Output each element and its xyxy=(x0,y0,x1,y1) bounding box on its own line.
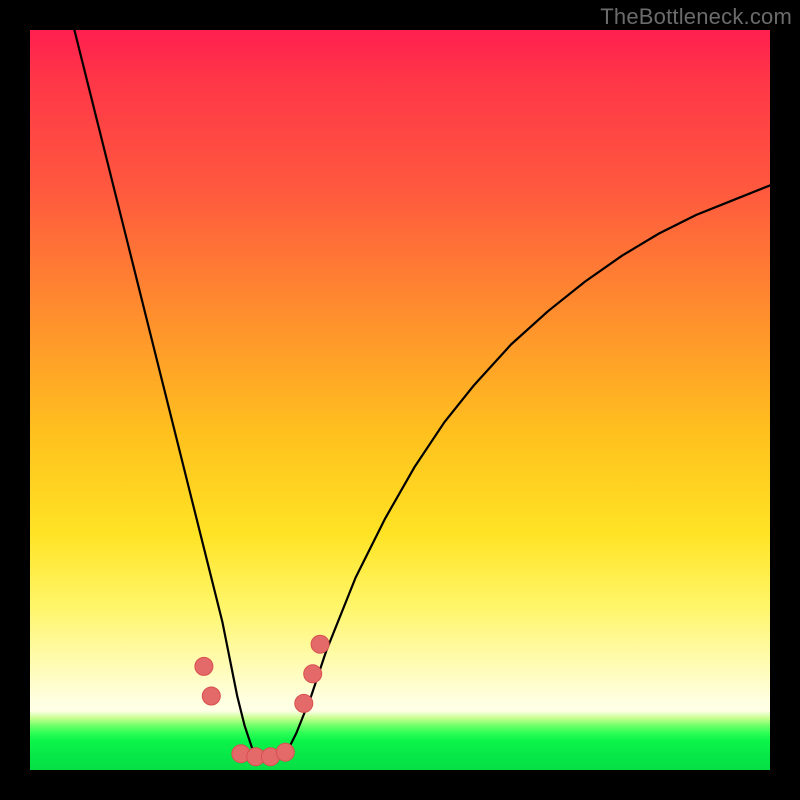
curve-marker xyxy=(295,694,313,712)
curve-markers xyxy=(195,635,329,766)
curve-marker xyxy=(202,687,220,705)
chart-frame: TheBottleneck.com xyxy=(0,0,800,800)
watermark-text: TheBottleneck.com xyxy=(600,4,792,30)
curve-marker xyxy=(276,743,294,761)
curve-marker xyxy=(311,635,329,653)
bottleneck-curve-svg xyxy=(30,30,770,770)
curve-marker xyxy=(304,665,322,683)
curve-marker xyxy=(195,657,213,675)
plot-area xyxy=(30,30,770,770)
bottleneck-curve xyxy=(74,30,770,759)
